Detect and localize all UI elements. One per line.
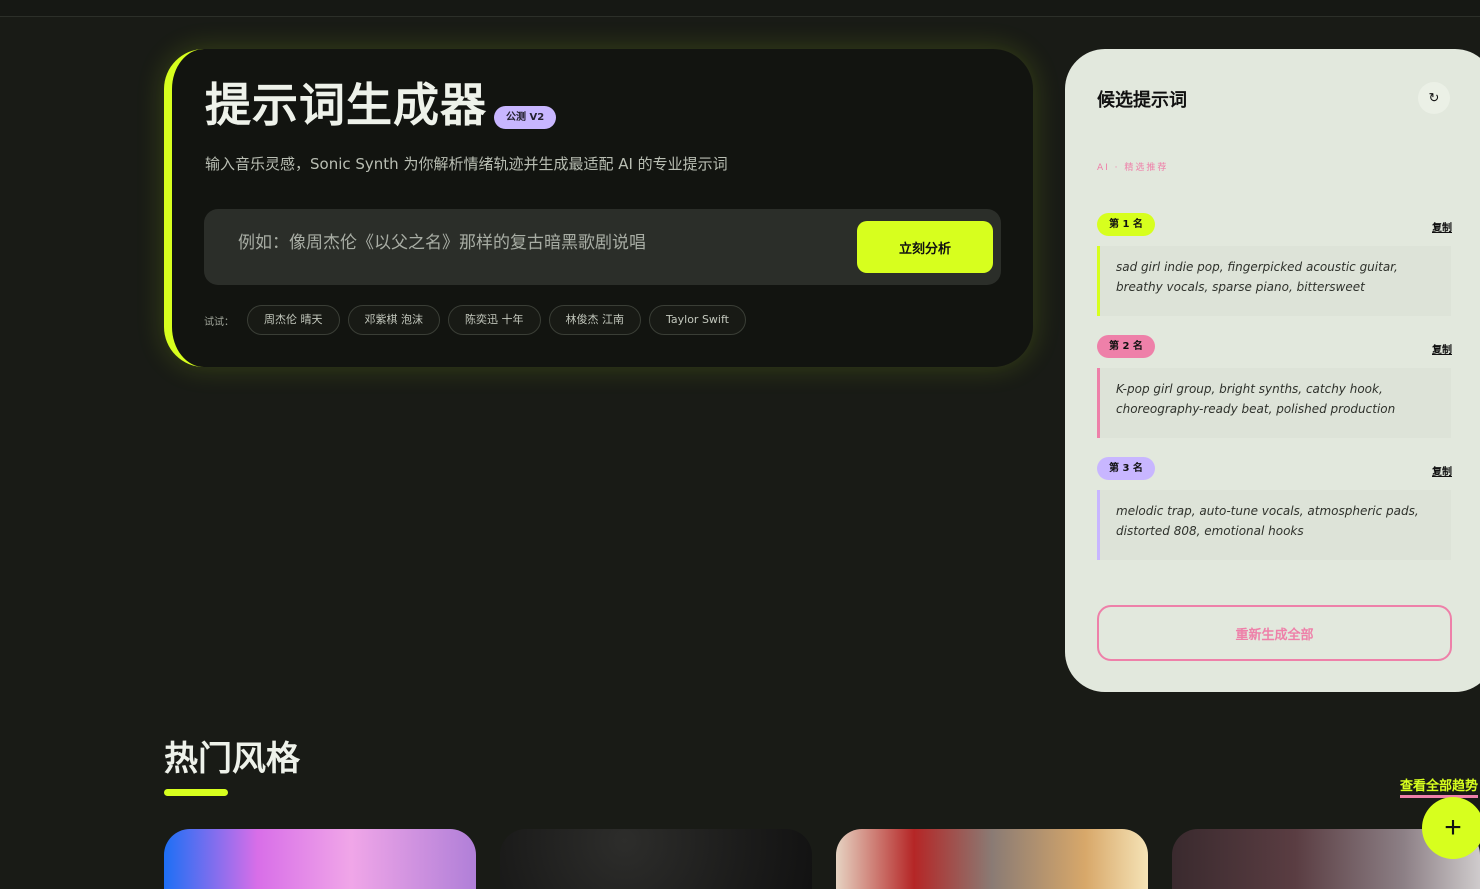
page-subtitle: 输入音乐灵感，Sonic Synth 为你解析情绪轨迹并生成最适配 AI 的专业… — [205, 155, 728, 173]
refresh-button[interactable]: ↻ — [1418, 82, 1450, 114]
copy-button[interactable]: 复制 — [1432, 219, 1452, 234]
beta-badge: 公测 V2 — [494, 106, 557, 129]
style-card[interactable] — [500, 829, 812, 889]
idea-input[interactable] — [236, 232, 840, 254]
rank-badge: 第 1 名 — [1097, 213, 1155, 236]
suggestion-chip[interactable]: 陈奕迅 十年 — [448, 305, 541, 335]
suggestion-chip[interactable]: 林俊杰 江南 — [548, 305, 641, 335]
copy-button[interactable]: 复制 — [1432, 341, 1452, 356]
suggestion-chip[interactable]: 周杰伦 晴天 — [247, 305, 340, 335]
suggestion-label: 试试： — [204, 316, 234, 328]
analyze-button[interactable]: 立刻分析 — [857, 221, 993, 273]
suggestion-row: 试试： 周杰伦 晴天 邓紫棋 泡沫 陈奕迅 十年 林俊杰 江南 Taylor S… — [204, 305, 746, 335]
trending-section-title: 热门风格 — [164, 739, 300, 779]
add-button[interactable]: + — [1422, 797, 1480, 859]
regenerate-all-button[interactable]: 重新生成全部 — [1097, 605, 1452, 661]
panel-title: 候选提示词 — [1097, 90, 1187, 111]
style-card[interactable] — [836, 829, 1148, 889]
candidate-prompts-panel: 候选提示词 ↻ AI · 精选推荐 第 1 名 复制 sad girl indi… — [1065, 49, 1480, 692]
panel-subtitle: AI · 精选推荐 — [1097, 163, 1169, 173]
suggestion-chip[interactable]: Taylor Swift — [649, 305, 746, 335]
view-all-trends-link[interactable]: 查看全部趋势 — [1400, 778, 1479, 798]
plus-icon: + — [1444, 811, 1462, 844]
suggestion-chip[interactable]: 邓紫棋 泡沫 — [347, 305, 440, 335]
top-nav-bar — [0, 0, 1480, 17]
page-title: 提示词生成器 — [205, 78, 487, 132]
candidate-prompt-text: sad girl indie pop, fingerpicked acousti… — [1097, 246, 1451, 316]
rank-badge: 第 2 名 — [1097, 335, 1155, 358]
idea-input-container: 立刻分析 — [204, 209, 1001, 285]
rank-badge: 第 3 名 — [1097, 457, 1155, 480]
candidate-prompt-text: K-pop girl group, bright synths, catchy … — [1097, 368, 1451, 438]
style-card[interactable] — [164, 829, 476, 889]
refresh-icon: ↻ — [1428, 90, 1440, 105]
candidate-prompt-text: melodic trap, auto-tune vocals, atmosphe… — [1097, 490, 1451, 560]
copy-button[interactable]: 复制 — [1432, 463, 1452, 478]
title-underline — [164, 789, 228, 796]
prompt-generator-card: 提示词生成器 公测 V2 输入音乐灵感，Sonic Synth 为你解析情绪轨迹… — [164, 49, 1033, 367]
